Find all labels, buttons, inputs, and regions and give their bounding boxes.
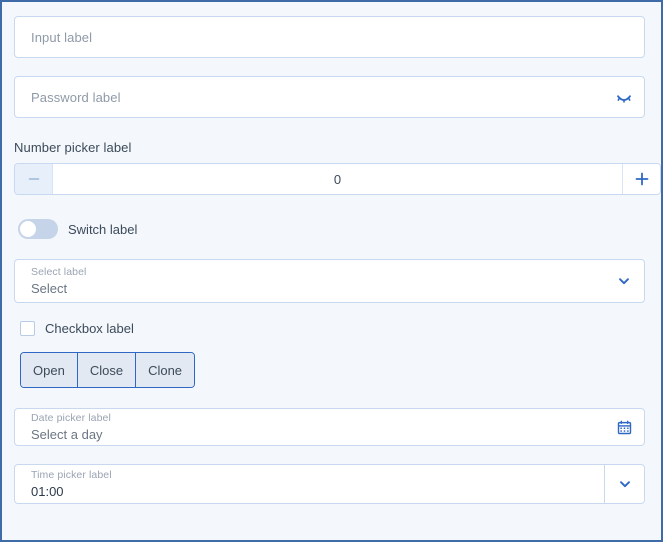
plus-icon	[634, 171, 650, 187]
checkbox-label: Checkbox label	[45, 321, 134, 336]
close-button[interactable]: Close	[77, 353, 137, 387]
chevron-down-icon[interactable]	[604, 260, 644, 302]
switch-knob	[20, 221, 36, 237]
checkbox-input[interactable]	[20, 321, 35, 336]
select-field[interactable]: Select label Select	[14, 259, 645, 303]
number-picker-value[interactable]: 0	[53, 164, 622, 194]
number-picker: 0	[14, 163, 661, 195]
time-picker-value: 01:00	[31, 483, 64, 499]
date-picker-field[interactable]: Date picker label Select a day	[14, 408, 645, 446]
switch-toggle[interactable]	[18, 219, 58, 239]
number-picker-group: Number picker label 0	[14, 140, 661, 195]
number-picker-label: Number picker label	[14, 140, 132, 155]
calendar-icon[interactable]	[604, 409, 644, 445]
input-field[interactable]: Input label	[14, 16, 645, 58]
number-picker-increment-button[interactable]	[622, 164, 660, 194]
date-picker-label: Date picker label	[31, 411, 111, 424]
switch-label: Switch label	[68, 221, 138, 237]
select-label: Select label	[31, 265, 87, 278]
date-picker-value: Select a day	[31, 426, 103, 442]
open-button[interactable]: Open	[21, 353, 78, 387]
minus-icon	[27, 172, 41, 186]
button-group: Open Close Clone	[20, 352, 196, 388]
time-picker-label: Time picker label	[31, 468, 112, 481]
time-picker-chevron-down-icon[interactable]	[604, 465, 644, 503]
form-page: Input label Password label Number picker…	[0, 0, 663, 542]
checkbox-row[interactable]: Checkbox label	[14, 321, 649, 336]
password-field[interactable]: Password label	[14, 76, 645, 118]
password-placeholder: Password label	[31, 89, 121, 105]
switch-row[interactable]: Switch label	[14, 219, 649, 239]
clone-button[interactable]: Clone	[136, 353, 195, 387]
number-picker-decrement-button[interactable]	[15, 164, 53, 194]
eye-off-icon[interactable]	[604, 77, 644, 117]
time-picker-field[interactable]: Time picker label 01:00	[14, 464, 645, 504]
input-placeholder: Input label	[31, 29, 93, 45]
select-value: Select	[31, 280, 68, 296]
